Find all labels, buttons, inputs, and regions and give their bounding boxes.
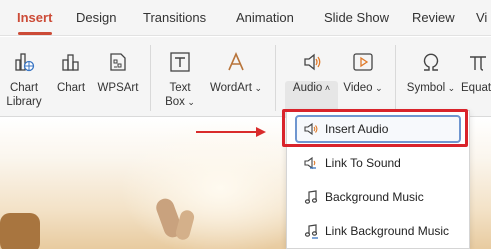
- ribbon-separator: [395, 45, 396, 111]
- tab-transitions[interactable]: Transitions: [143, 0, 206, 36]
- menu-item-label: Link Background Music: [325, 224, 450, 238]
- symbol-button[interactable]: Symbol ⌄: [404, 51, 458, 95]
- ribbon-separator: [275, 45, 276, 111]
- annotation-arrow: [196, 131, 258, 133]
- bar-chart-icon: [62, 54, 79, 71]
- chart-library-label-line2: Library: [6, 96, 42, 108]
- wordart-label: WordArt ⌄: [209, 82, 262, 94]
- audio-button[interactable]: Audio ˄: [285, 51, 338, 95]
- chart-button[interactable]: Chart: [53, 51, 89, 95]
- wordart-icon: [228, 52, 244, 71]
- image-figure: [0, 213, 40, 249]
- insert-ribbon: Chart Library Chart WPSArt Text Box ⌄ Wo…: [0, 37, 491, 136]
- menu-item-link-to-sound[interactable]: Link To Sound: [295, 149, 461, 177]
- text-box-icon: [170, 52, 190, 72]
- ribbon-tab-bar: Insert Design Transitions Animation Slid…: [0, 0, 491, 36]
- symbol-label: Symbol ⌄: [406, 82, 456, 94]
- music-note-icon: [304, 190, 318, 204]
- text-box-button[interactable]: Text Box ⌄: [160, 51, 200, 109]
- link-music-icon: [304, 224, 318, 239]
- equation-button[interactable]: Equatio: [461, 51, 491, 95]
- tab-slide-show[interactable]: Slide Show: [324, 0, 389, 36]
- equation-label: Equatio: [461, 82, 491, 94]
- tab-animation[interactable]: Animation: [236, 0, 294, 36]
- chevron-down-icon: ⌄: [372, 83, 383, 93]
- tab-view[interactable]: Vi: [476, 0, 487, 36]
- chart-library-label-line1: Chart: [9, 82, 39, 94]
- chart-label: Chart: [56, 82, 86, 94]
- chevron-down-icon: ⌄: [251, 83, 262, 93]
- tab-insert[interactable]: Insert: [17, 0, 52, 36]
- audio-label: Audio ˄: [292, 82, 331, 94]
- chevron-down-icon: ⌄: [445, 83, 456, 93]
- tab-design[interactable]: Design: [76, 0, 116, 36]
- menu-item-label: Link To Sound: [325, 156, 401, 170]
- menu-item-link-background-music[interactable]: Link Background Music: [295, 217, 461, 245]
- omega-icon: [423, 53, 439, 71]
- video-button[interactable]: Video ⌄: [340, 51, 386, 95]
- menu-item-label: Background Music: [325, 190, 424, 204]
- tab-review[interactable]: Review: [412, 0, 455, 36]
- menu-item-background-music[interactable]: Background Music: [295, 183, 461, 211]
- wpsart-button[interactable]: WPSArt: [96, 51, 140, 95]
- video-label: Video ⌄: [343, 82, 383, 94]
- text-box-label-line1: Text: [169, 82, 191, 94]
- link-speaker-icon: [304, 156, 316, 170]
- annotation-arrow-head: [256, 127, 266, 137]
- chart-library-button[interactable]: Chart Library: [4, 51, 44, 109]
- wordart-button[interactable]: WordArt ⌄: [206, 51, 266, 95]
- chevron-down-icon: ⌄: [184, 97, 195, 107]
- chevron-up-icon: ˄: [322, 83, 331, 93]
- active-tab-indicator: [18, 32, 52, 35]
- text-box-label-line2: Box ⌄: [165, 96, 195, 108]
- wpsart-label: WPSArt: [97, 82, 139, 94]
- wpsart-icon: [110, 53, 126, 71]
- chart-library-icon: [15, 53, 35, 72]
- annotation-highlight-box: [282, 109, 468, 147]
- ribbon-separator: [150, 45, 151, 111]
- video-icon: [353, 53, 373, 71]
- speaker-icon: [303, 53, 320, 71]
- pi-icon: [470, 56, 486, 71]
